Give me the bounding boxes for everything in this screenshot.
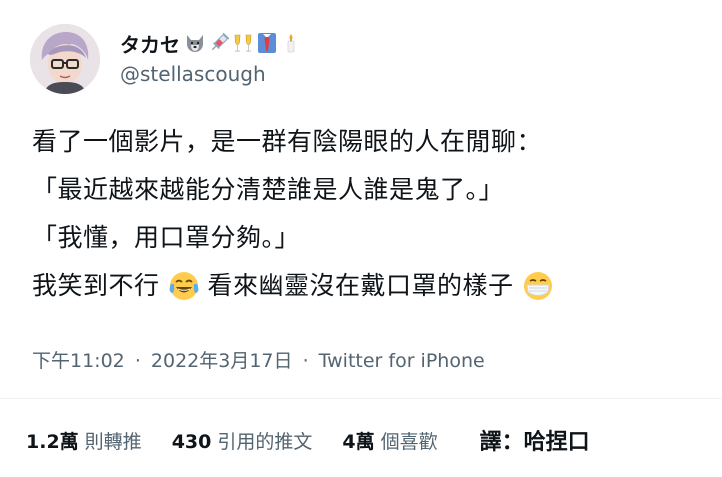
tweet-meta: 下午11:02 · 2022年3月17日 · Twitter for iPhon… (32, 346, 485, 373)
retweets-label: 則轉推 (84, 430, 142, 453)
likes-count: 4萬 (342, 430, 375, 453)
likes-stat[interactable]: 4萬 個喜歡 (342, 427, 437, 454)
quotes-stat[interactable]: 430 引用的推文 (172, 427, 313, 454)
tweet-header: タカセ @stellascough (22, 22, 702, 96)
tweet-line: 看了一個影片，是一群有陰陽眼的人在閒聊： (32, 127, 543, 156)
tweet-text: 看了一個影片，是一群有陰陽眼的人在閒聊： 「最近越來越能分清楚誰是人誰是鬼了。」… (32, 118, 702, 310)
tweet-line-part: 看來幽靈沒在戴口罩的樣子 (207, 271, 514, 300)
face-with-medical-mask-icon (523, 272, 552, 300)
tweet-stats: 1.2萬 則轉推 430 引用的推文 4萬 個喜歡 譯：哈捏口 (26, 420, 590, 460)
quotes-count: 430 (171, 430, 212, 453)
meta-separator: · (302, 350, 309, 372)
tears-of-joy-face-icon (169, 272, 198, 300)
tweet-date[interactable]: 2022年3月17日 (151, 350, 293, 372)
likes-label: 個喜歡 (380, 430, 438, 453)
tweet-line: 我笑到不行 看來幽靈沒在戴口罩的樣子 (32, 262, 702, 310)
syringe-icon (211, 32, 230, 51)
tweet-line: 「我懂，用口罩分夠。」 (32, 223, 301, 252)
display-name[interactable]: タカセ (120, 29, 180, 58)
necktie-icon (258, 33, 276, 53)
wolf-face-icon (187, 35, 203, 52)
name-row: タカセ (120, 28, 302, 58)
tweet-line: 「最近越來越能分清楚誰是人誰是鬼了。」 (32, 175, 505, 204)
candle-icon (287, 34, 295, 53)
meta-separator: · (134, 350, 141, 372)
retweets-stat[interactable]: 1.2萬 則轉推 (26, 427, 142, 454)
tweet-line-part: 我笑到不行 (32, 271, 160, 300)
tweet-source[interactable]: Twitter for iPhone (319, 350, 485, 372)
avatar[interactable] (30, 24, 100, 94)
tweet-time[interactable]: 下午11:02 (32, 350, 125, 372)
retweets-count: 1.2萬 (26, 430, 79, 453)
translator-credit: 譯：哈捏口 (479, 430, 590, 455)
avatar-image (30, 24, 100, 94)
user-handle[interactable]: @stellascough (120, 62, 266, 86)
quotes-label: 引用的推文 (217, 430, 313, 453)
divider (0, 398, 722, 399)
champagne-glasses-icon (234, 34, 252, 52)
